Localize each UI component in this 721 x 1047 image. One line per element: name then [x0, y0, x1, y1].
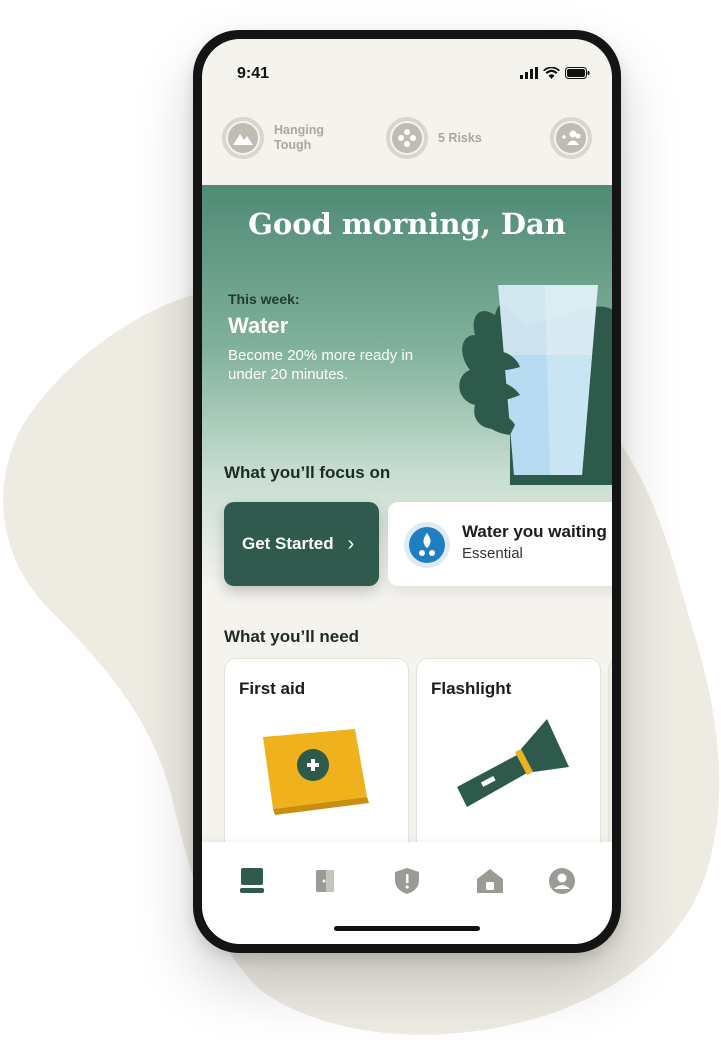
- first-aid-kit-icon: [263, 729, 369, 815]
- mountain-icon: [228, 123, 258, 153]
- status-time: 9:41: [237, 65, 270, 82]
- week-label: This week:: [228, 291, 300, 307]
- focus-heading: What you’ll focus on: [224, 463, 391, 482]
- water-drop-icon: [404, 522, 450, 568]
- door-icon[interactable]: [310, 866, 340, 896]
- status-icons: [520, 67, 590, 79]
- mood-label: Hanging Tough: [274, 123, 324, 152]
- battery-icon: [565, 67, 590, 79]
- greeting-title: Good morning, Dan: [248, 207, 566, 241]
- chevron-right-icon: ›: [347, 532, 355, 555]
- house-icon[interactable]: [475, 866, 505, 896]
- need-card-first-aid[interactable]: First aid: [224, 658, 409, 868]
- hand-holding-glass-illustration: [459, 285, 612, 485]
- home-indicator[interactable]: [334, 926, 480, 931]
- need-card-more[interactable]: [608, 658, 612, 868]
- status-bar: 9:41: [202, 39, 612, 95]
- needs-heading: What you’ll need: [224, 627, 360, 646]
- bottom-nav: [202, 842, 612, 944]
- people-stat[interactable]: [550, 117, 592, 159]
- wifi-icon: [543, 67, 560, 79]
- add-people-icon: [550, 117, 592, 159]
- phone-frame: 9:41 Hanging Tough 5 Risks Good morning,…: [193, 30, 621, 953]
- focus-card-title: Water you waiting: [462, 522, 607, 541]
- risks-label: 5 Risks: [438, 130, 482, 145]
- get-started-button[interactable]: Get Started ›: [224, 502, 379, 586]
- mood-stat[interactable]: Hanging Tough: [222, 117, 344, 159]
- profile-icon[interactable]: [547, 866, 577, 896]
- need-card-flashlight[interactable]: Flashlight: [416, 658, 601, 868]
- risks-stat[interactable]: 5 Risks: [386, 117, 482, 159]
- week-title: Water: [228, 313, 289, 338]
- get-started-label: Get Started: [242, 534, 334, 553]
- shield-icon[interactable]: [392, 866, 422, 896]
- week-description: Become 20% more ready in under 20 minute…: [228, 347, 414, 383]
- need-card-title: First aid: [239, 679, 306, 698]
- stats-row: Hanging Tough 5 Risks: [202, 95, 612, 185]
- risks-icon: [392, 123, 422, 153]
- flashlight-icon: [457, 719, 569, 807]
- signal-icon: [520, 67, 538, 79]
- risks-ring: [386, 117, 428, 159]
- focus-card-subtitle: Essential: [462, 545, 523, 562]
- app-screen: 9:41 Hanging Tough 5 Risks Good morning,…: [202, 39, 612, 944]
- need-card-title: Flashlight: [431, 679, 512, 698]
- mood-ring: [222, 117, 264, 159]
- focus-card-water[interactable]: Water you waiting Essential: [388, 502, 612, 586]
- home-icon[interactable]: [237, 866, 267, 896]
